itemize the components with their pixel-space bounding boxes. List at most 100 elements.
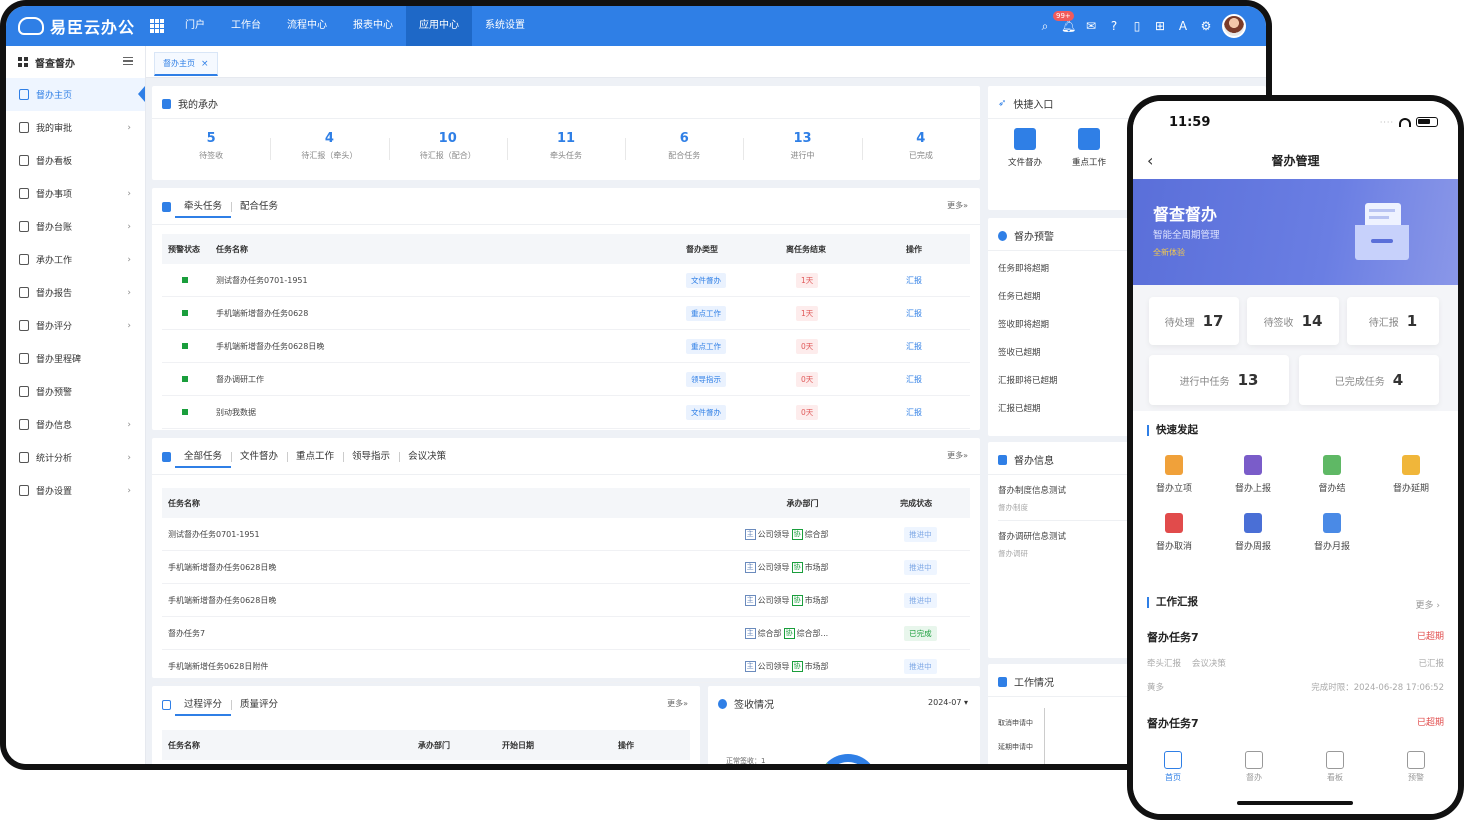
sidebar-item-11[interactable]: 统计分析 › <box>6 441 145 474</box>
close-icon[interactable]: × <box>201 59 209 69</box>
report-link[interactable]: 汇报 <box>906 342 922 351</box>
help-icon[interactable]: ? <box>1107 19 1121 33</box>
sidebar-item-12[interactable]: 督办设置 › <box>6 474 145 507</box>
document-icon[interactable]: ▯ <box>1130 19 1144 33</box>
sidebar-item-9[interactable]: 督办预警 <box>6 375 145 408</box>
org-chart-icon[interactable]: ⊞ <box>1153 19 1167 33</box>
table-row[interactable]: 手机端新增督办任务0628日晚 重点工作 0天 汇报 <box>162 330 970 363</box>
table-row[interactable]: 别动我数据 文件督办 0天 汇报 <box>162 396 970 429</box>
top-nav-reports[interactable]: 报表中心 <box>340 6 406 46</box>
warning-item[interactable]: 任务即将超期 <box>998 262 1049 274</box>
warning-item[interactable]: 汇报即将已超期 <box>998 374 1058 386</box>
top-nav-settings[interactable]: 系统设置 <box>472 6 538 46</box>
quick-action[interactable]: 督办取消 <box>1139 513 1209 552</box>
apps-grid-icon[interactable] <box>150 19 164 33</box>
quick-action[interactable]: 督办结 <box>1297 455 1367 494</box>
sidebar-item-5[interactable]: 承办工作 › <box>6 243 145 276</box>
stat-item[interactable]: 11 牵头任务 <box>506 130 625 170</box>
report-link[interactable]: 汇报 <box>906 276 922 285</box>
search-icon[interactable]: ⌕ <box>1038 19 1052 33</box>
report-item[interactable]: 督办任务7 已超期 牵头汇报 会议决策 已汇报 黄多 完成时限：2024-06-28 … <box>1147 629 1444 693</box>
top-nav-workbench[interactable]: 工作台 <box>218 6 274 46</box>
gift-icon[interactable]: ✉ <box>1084 19 1098 33</box>
table-row[interactable]: 手机端新增督办任务0628 重点工作 1天 汇报 <box>162 297 970 330</box>
counter-card[interactable]: 进行中任务 13 <box>1149 355 1289 405</box>
bell-icon[interactable]: 🔔︎ 99+ <box>1053 11 1076 33</box>
tab-coop-tasks[interactable]: 配合任务 <box>231 196 287 218</box>
warning-item[interactable]: 汇报已超期 <box>998 402 1041 414</box>
table-row[interactable]: 手机端新增任务0628日附件主公司领导协市场部 推进中 <box>162 650 970 683</box>
table-row[interactable]: 测试督办任务0701-1951 文件督办 1天 汇报 <box>162 264 970 297</box>
sidebar-item-6[interactable]: 督办报告 › <box>6 276 145 309</box>
tab-key[interactable]: 重点工作 <box>287 446 343 468</box>
stat-item[interactable]: 13 进行中 <box>743 130 861 170</box>
gear-icon[interactable]: ⚙ <box>1199 19 1213 33</box>
col-task-name: 任务名称 <box>216 244 248 254</box>
counter-card[interactable]: 已完成任务 4 <box>1299 355 1439 405</box>
counter-card[interactable]: 待汇报 1 <box>1347 297 1439 345</box>
top-nav-apps[interactable]: 应用中心 <box>406 6 472 46</box>
stat-item[interactable]: 4 已完成 <box>861 130 980 170</box>
counter-card[interactable]: 待处理 17 <box>1149 297 1239 345</box>
warning-item[interactable]: 签收已超期 <box>998 346 1041 358</box>
table-row[interactable]: 手机端新增督办任务0628日晚主公司领导协市场部 推进中 <box>162 551 970 584</box>
quick-file-supervise[interactable]: 文件督办 <box>1008 128 1042 168</box>
menu-collapse-icon[interactable] <box>123 57 133 65</box>
stat-item[interactable]: 5 待签收 <box>152 130 270 170</box>
counter-card[interactable]: 待签收 14 <box>1247 297 1339 345</box>
table-row[interactable]: 测试督办任务0701-1951 主公司领导协综合部 推进中 <box>162 518 970 551</box>
tab-quality-score[interactable]: 质量评分 <box>231 694 287 716</box>
quick-key-work[interactable]: 重点工作 <box>1072 128 1106 168</box>
quick-action[interactable]: 督办月报 <box>1297 513 1367 552</box>
tab-warning[interactable]: 预警 <box>1386 751 1446 783</box>
all-more-link[interactable]: 更多» <box>947 450 968 461</box>
avatar[interactable] <box>1222 14 1246 38</box>
brand-logo[interactable]: 易臣云办公 <box>18 6 135 46</box>
top-nav-portal[interactable]: 门户 <box>172 6 218 46</box>
tab-meeting[interactable]: 会议决策 <box>399 446 455 468</box>
translate-icon[interactable]: A <box>1176 19 1190 33</box>
scoring-more-link[interactable]: 更多» <box>667 698 688 709</box>
report-more-link[interactable]: 更多 › <box>1416 598 1440 611</box>
tab-supervise[interactable]: 督办 <box>1224 751 1284 783</box>
tab-all[interactable]: 全部任务 <box>175 446 232 468</box>
sidebar-item-3[interactable]: 督办事项 › <box>6 177 145 210</box>
tab-lead-tasks[interactable]: 牵头任务 <box>175 196 232 218</box>
report-link[interactable]: 汇报 <box>906 408 922 417</box>
info-item[interactable]: 督办调研信息测试 督办调研 <box>998 530 1066 559</box>
sidebar-item-2[interactable]: 督办看板 <box>6 144 145 177</box>
lead-more-link[interactable]: 更多» <box>947 200 968 211</box>
sidebar-item-7[interactable]: 督办评分 › <box>6 309 145 342</box>
sidebar-item-1[interactable]: 我的审批 › <box>6 111 145 144</box>
tab-file[interactable]: 文件督办 <box>231 446 287 468</box>
stat-item[interactable]: 4 待汇报（牵头） <box>270 130 388 170</box>
quick-action[interactable]: 督办上报 <box>1218 455 1288 494</box>
tab-home[interactable]: 首页 <box>1143 751 1203 783</box>
warning-item[interactable]: 签收即将超期 <box>998 318 1049 330</box>
list-icon <box>162 202 171 212</box>
sidebar-item-4[interactable]: 督办台账 › <box>6 210 145 243</box>
tab-leader[interactable]: 领导指示 <box>343 446 399 468</box>
sidebar-item-8[interactable]: 督办里程碑 <box>6 342 145 375</box>
info-item[interactable]: 督办制度信息测试 督办制度 <box>998 484 1066 513</box>
stat-item[interactable]: 6 配合任务 <box>625 130 743 170</box>
stat-item[interactable]: 10 待汇报（配合） <box>388 130 507 170</box>
table-row[interactable]: 督办调研工作 领导指示 0天 汇报 <box>162 363 970 396</box>
quick-action[interactable]: 督办周报 <box>1218 513 1288 552</box>
tab-board[interactable]: 看板 <box>1305 751 1365 783</box>
sidebar-item-label: 督办看板 <box>36 157 73 167</box>
table-row[interactable]: 督办任务7 主综合部协综合部... 已完成 <box>162 617 970 650</box>
report-link[interactable]: 汇报 <box>906 309 922 318</box>
warning-item[interactable]: 任务已超期 <box>998 290 1041 302</box>
report-link[interactable]: 汇报 <box>906 375 922 384</box>
quick-action[interactable]: 督办立项 <box>1139 455 1209 494</box>
report-item[interactable]: 督办任务7 已超期 <box>1147 715 1444 731</box>
table-row[interactable]: 手机端新增督办任务0628日晚主公司领导协市场部 推进中 <box>162 584 970 617</box>
sidebar-item-0[interactable]: 督办主页 <box>6 78 145 111</box>
month-select[interactable]: 2024-07 ▾ <box>928 698 968 707</box>
tab-home[interactable]: 督办主页 × <box>154 52 218 76</box>
quick-action[interactable]: 督办延期 <box>1376 455 1446 494</box>
sidebar-item-10[interactable]: 督办信息 › <box>6 408 145 441</box>
top-nav-process[interactable]: 流程中心 <box>274 6 340 46</box>
tab-process-score[interactable]: 过程评分 <box>175 694 232 716</box>
